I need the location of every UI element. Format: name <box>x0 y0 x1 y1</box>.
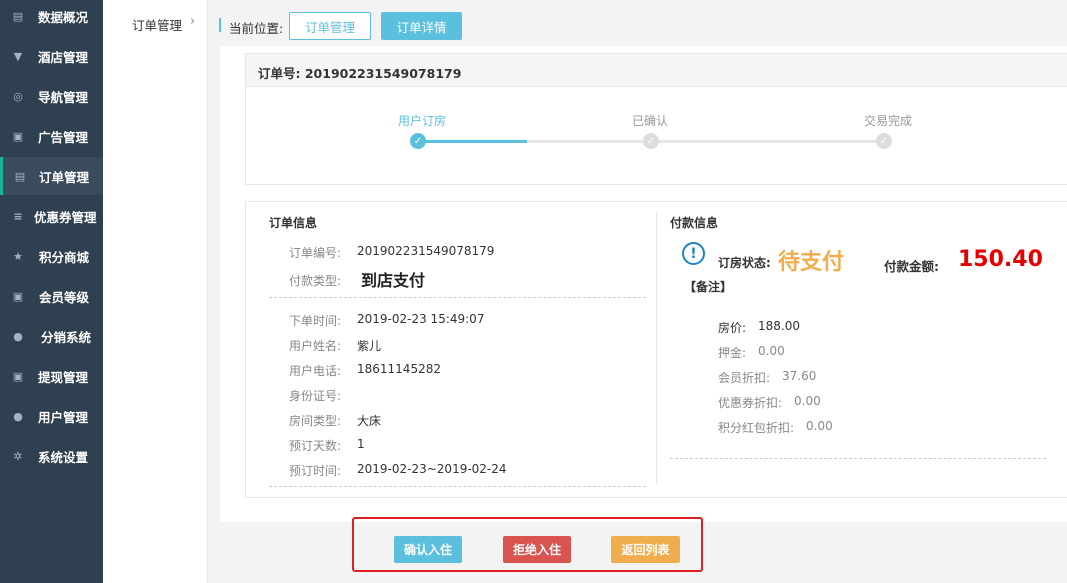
check-icon: ✓ <box>876 133 892 149</box>
sidebar-item-ads[interactable]: ▣ 广告管理 <box>0 117 103 155</box>
order-time-label: 下单时间: <box>289 314 342 328</box>
sidebar-item-users[interactable]: ● 用户管理 <box>0 397 103 435</box>
menu-lines-icon: ≡ <box>13 209 23 223</box>
sidebar-item-coupons[interactable]: ≡ 优惠券管理 <box>0 197 103 235</box>
id-number-label: 身份证号: <box>289 389 342 403</box>
coupon-discount-label: 优惠券折扣: <box>718 396 783 410</box>
sidebar-item-dashboard[interactable]: ▤ 数据概况 <box>0 0 103 35</box>
sidebar-item-withdrawals[interactable]: ▣ 提现管理 <box>0 357 103 395</box>
sidebar-item-distribution[interactable]: ● 分销系统 <box>0 317 103 355</box>
divider <box>656 212 657 484</box>
gear-icon: ✲ <box>13 449 23 463</box>
divider <box>269 297 646 298</box>
back-to-list-button[interactable]: 返回列表 <box>611 536 680 563</box>
deposit-value: 0.00 <box>758 344 785 358</box>
payment-info-title: 付款信息 <box>670 216 719 230</box>
check-icon: ✓ <box>410 133 426 149</box>
compass-icon: ◎ <box>13 89 23 103</box>
member-discount-label: 会员折扣: <box>718 371 771 385</box>
order-number-heading: 订单号: 201902231549078179 <box>258 66 462 81</box>
booking-status-value: 待支付 <box>778 250 845 275</box>
member-discount-value: 37.60 <box>782 369 817 383</box>
sidebar-item-label: 导航管理 <box>38 89 89 105</box>
cart-icon: ▼ <box>13 49 23 63</box>
points-discount-label: 积分红包折扣: <box>718 421 795 435</box>
user-phone-value: 18611145282 <box>357 362 441 376</box>
sidebar-item-label: 系统设置 <box>38 449 89 465</box>
deposit-label: 押金: <box>718 346 747 360</box>
star-icon: ★ <box>13 249 23 263</box>
order-list-icon: ▤ <box>14 169 26 183</box>
order-time-value: 2019-02-23 15:49:07 <box>357 312 485 326</box>
payment-amount-label: 付款金额: <box>884 259 939 274</box>
sidebar-item-label: 酒店管理 <box>38 49 89 65</box>
booking-dates-label: 预订时间: <box>289 464 342 478</box>
user-name-label: 用户姓名: <box>289 339 342 353</box>
user-phone-label: 用户电话: <box>289 364 342 378</box>
order-number-value: 201902231549078179 <box>357 244 495 258</box>
sidebar-item-hotel[interactable]: ▼ 酒店管理 <box>0 37 103 75</box>
sidebar-item-member-levels[interactable]: ▣ 会员等级 <box>0 277 103 315</box>
step-label-completed: 交易完成 <box>863 114 913 128</box>
step-label-booked: 用户订房 <box>397 114 447 128</box>
sidebar: ▤ 数据概况 ▼ 酒店管理 ◎ 导航管理 ▣ 广告管理 ▤ 订单管理 ≡ 优惠券… <box>0 0 103 583</box>
subnav: 订单管理 › <box>103 0 208 583</box>
user-icon: ● <box>13 409 23 423</box>
order-header: 订单号: 201902231549078179 <box>245 53 1067 87</box>
chevron-right-icon: › <box>190 14 196 29</box>
payment-type-label: 付款类型: <box>289 274 342 288</box>
check-icon: ✓ <box>643 133 659 149</box>
sidebar-item-label: 会员等级 <box>39 289 90 305</box>
progress-line-active <box>418 140 527 143</box>
payment-amount-value: 150.40 <box>958 247 1043 272</box>
sidebar-item-label: 数据概况 <box>38 9 89 25</box>
breadcrumb-order-management[interactable]: 订单管理 <box>289 12 371 40</box>
room-type-value: 大床 <box>357 414 382 428</box>
sidebar-item-label: 优惠券管理 <box>34 209 97 225</box>
booking-status-label: 订房状态: <box>718 256 771 270</box>
sidebar-item-orders[interactable]: ▤ 订单管理 <box>0 157 103 195</box>
progress-line-inactive <box>527 140 886 143</box>
breadcrumb-order-detail[interactable]: 订单详情 <box>381 12 462 40</box>
gift-icon: ▣ <box>12 129 24 143</box>
room-type-label: 房间类型: <box>289 414 342 428</box>
order-info-title: 订单信息 <box>269 216 318 230</box>
stay-days-label: 预订天数: <box>289 439 342 453</box>
confirm-checkin-button[interactable]: 确认入住 <box>394 536 462 563</box>
points-discount-value: 0.00 <box>806 419 833 433</box>
sidebar-item-navigation[interactable]: ◎ 导航管理 <box>0 77 103 115</box>
sidebar-item-label: 广告管理 <box>38 129 89 145</box>
money-icon: ▣ <box>12 289 24 303</box>
breadcrumb-label: 当前位置: <box>229 21 284 36</box>
sidebar-item-label: 积分商城 <box>39 249 90 265</box>
cash-icon: ▣ <box>12 369 24 383</box>
users-icon: ● <box>13 329 23 343</box>
divider <box>269 486 646 487</box>
sidebar-item-label: 订单管理 <box>39 169 90 185</box>
payment-type-value: 到店支付 <box>361 271 426 290</box>
sidebar-item-label: 分销系统 <box>41 329 92 345</box>
room-price-label: 房价: <box>718 321 747 335</box>
step-label-confirmed: 已确认 <box>631 114 669 128</box>
reject-checkin-button[interactable]: 拒绝入住 <box>503 536 571 563</box>
divider <box>670 458 1046 459</box>
user-name-value: 紫儿 <box>357 339 382 353</box>
exclamation-icon: ! <box>682 242 705 265</box>
subnav-item-orders[interactable]: 订单管理 <box>132 15 182 34</box>
breadcrumb-marker <box>219 18 221 32</box>
booking-dates-value: 2019-02-23~2019-02-24 <box>357 462 507 476</box>
order-number-label: 订单编号: <box>289 246 342 260</box>
coupon-discount-value: 0.00 <box>794 394 821 408</box>
sidebar-item-settings[interactable]: ✲ 系统设置 <box>0 437 103 475</box>
sidebar-item-points-mall[interactable]: ★ 积分商城 <box>0 237 103 275</box>
room-price-value: 188.00 <box>758 319 800 333</box>
sidebar-item-label: 用户管理 <box>38 409 89 425</box>
sidebar-item-label: 提现管理 <box>38 369 89 385</box>
remarks-label: 【备注】 <box>684 280 733 294</box>
dashboard-icon: ▤ <box>12 9 24 23</box>
stay-days-value: 1 <box>357 437 365 451</box>
